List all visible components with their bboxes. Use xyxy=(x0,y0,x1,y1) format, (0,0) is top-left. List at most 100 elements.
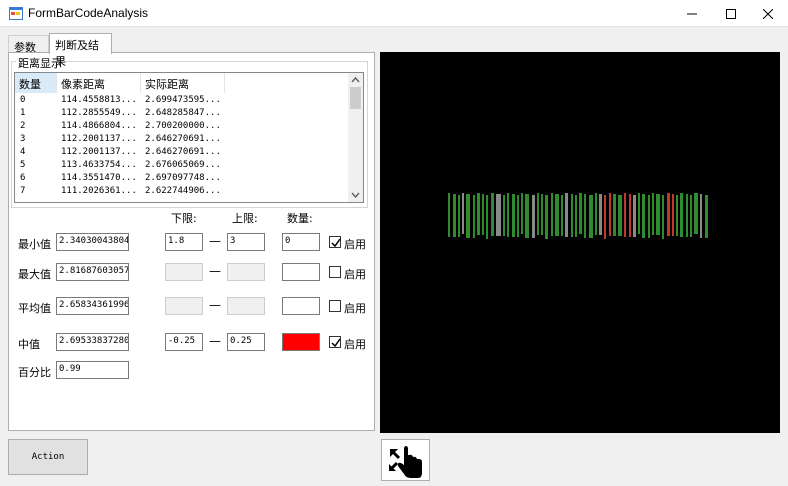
minimize-button[interactable] xyxy=(672,0,712,27)
column-header-empty xyxy=(225,73,349,93)
upper-limit-header: 上限: xyxy=(232,212,258,225)
action-button[interactable]: Action xyxy=(8,439,88,475)
image-display-panel[interactable] xyxy=(380,52,780,433)
max-count-field[interactable] xyxy=(282,263,320,281)
percent-input[interactable]: 0.99 xyxy=(56,361,129,379)
barcode-bar xyxy=(633,195,636,237)
barcode-bar xyxy=(705,195,708,238)
lower-limit-header: 下限: xyxy=(171,212,197,225)
table-row[interactable]: 5 113.4633754... 2.676065069... xyxy=(15,159,349,171)
close-icon xyxy=(763,8,773,19)
max-lower-input[interactable] xyxy=(165,263,203,281)
hand-pointer-icon xyxy=(388,446,422,478)
barcode-bar xyxy=(466,194,470,238)
tab-judgement-results[interactable]: 判断及结果 xyxy=(49,33,112,68)
avg-upper-input[interactable] xyxy=(227,297,265,315)
app-window-icon xyxy=(9,7,23,20)
barcode-bar xyxy=(575,195,577,237)
barcode-bar xyxy=(561,195,563,236)
min-count-field[interactable]: 0 xyxy=(282,233,320,251)
table-row[interactable]: 1 112.2855549... 2.648285847... xyxy=(15,107,349,119)
min-value-field[interactable]: 2.34030043804 xyxy=(56,233,129,251)
median-upper-input[interactable]: 0.25 xyxy=(227,333,265,351)
distance-list[interactable]: 数量 像素距离 实际距离 0 114.4558813... 2.69947359… xyxy=(14,72,364,203)
cell-count: 0 xyxy=(20,95,26,105)
min-enable-checkbox[interactable] xyxy=(329,236,341,248)
barcode-bar xyxy=(652,193,654,235)
min-label: 最小值 xyxy=(18,238,51,251)
range-dash: — xyxy=(209,298,221,312)
column-header-pixel-distance[interactable]: 像素距离 xyxy=(57,73,141,93)
barcode-bar xyxy=(690,195,692,237)
barcode-bar xyxy=(462,193,464,234)
barcode-image xyxy=(448,193,708,239)
image-tool-button[interactable] xyxy=(381,439,430,481)
checkmark-icon xyxy=(331,338,341,348)
column-header-count[interactable]: 数量 xyxy=(15,73,57,93)
avg-lower-input[interactable] xyxy=(165,297,203,315)
median-enable-label[interactable]: 启用 xyxy=(344,336,366,352)
barcode-bar xyxy=(545,195,548,239)
scrollbar-thumb[interactable] xyxy=(350,87,361,109)
chevron-up-icon[interactable] xyxy=(351,76,360,83)
max-enable-label[interactable]: 启用 xyxy=(344,266,366,282)
cell-pixel-distance: 112.2855549... xyxy=(61,108,137,118)
median-lower-input[interactable]: -0.25 xyxy=(165,333,203,351)
tab-parameters[interactable]: 参数 xyxy=(8,35,49,54)
median-value-field[interactable]: 2.69533837280 xyxy=(56,333,129,351)
min-upper-input[interactable]: 3 xyxy=(227,233,265,251)
cell-pixel-distance: 112.2001137... xyxy=(61,147,137,157)
maximize-icon xyxy=(726,8,736,19)
table-row[interactable]: 2 114.4866804... 2.700200000... xyxy=(15,120,349,132)
barcode-bar xyxy=(525,194,529,238)
barcode-bar xyxy=(579,193,582,234)
window-title: FormBarCodeAnalysis xyxy=(28,6,149,20)
cell-pixel-distance: 113.4633754... xyxy=(61,160,137,170)
cell-real-distance: 2.646270691... xyxy=(145,134,221,144)
table-row[interactable]: 0 114.4558813... 2.699473595... xyxy=(15,94,349,106)
barcode-bar xyxy=(589,195,593,238)
barcode-bar xyxy=(491,193,494,236)
barcode-bar xyxy=(503,195,505,236)
maximize-button[interactable] xyxy=(711,0,751,27)
cell-pixel-distance: 111.2026361... xyxy=(61,186,137,196)
table-row[interactable]: 3 112.2001137... 2.646270691... xyxy=(15,133,349,145)
avg-value-field[interactable]: 2.65834361996 xyxy=(56,297,129,315)
avg-count-field[interactable] xyxy=(282,297,320,315)
table-row[interactable]: 7 111.2026361... 2.622744906... xyxy=(15,185,349,197)
barcode-bar xyxy=(662,195,664,239)
barcode-bar xyxy=(496,194,501,236)
barcode-bar xyxy=(532,195,535,238)
median-enable-checkbox[interactable] xyxy=(329,336,341,348)
barcode-bar xyxy=(482,194,484,235)
max-value-field[interactable]: 2.81687603057 xyxy=(56,263,129,281)
max-upper-input[interactable] xyxy=(227,263,265,281)
min-enable-label[interactable]: 启用 xyxy=(344,236,366,252)
cell-pixel-distance: 112.2001137... xyxy=(61,134,137,144)
barcode-bar xyxy=(694,193,698,234)
barcode-bar xyxy=(565,193,568,237)
cell-pixel-distance: 114.3551470... xyxy=(61,173,137,183)
cell-real-distance: 2.646270691... xyxy=(145,147,221,157)
median-label: 中值 xyxy=(18,338,40,351)
median-count-field[interactable]: 0 xyxy=(282,333,320,351)
table-row[interactable]: 4 112.2001137... 2.646270691... xyxy=(15,146,349,158)
barcode-bar xyxy=(599,194,602,235)
max-enable-checkbox[interactable] xyxy=(329,266,341,278)
cell-count: 4 xyxy=(20,147,26,157)
cell-count: 1 xyxy=(20,108,26,118)
barcode-bar xyxy=(642,194,645,238)
column-header-real-distance[interactable]: 实际距离 xyxy=(141,73,225,93)
avg-enable-checkbox[interactable] xyxy=(329,300,341,312)
list-scrollbar[interactable] xyxy=(348,73,363,202)
barcode-bar xyxy=(584,194,586,238)
barcode-bar xyxy=(473,195,475,238)
barcode-bar xyxy=(521,193,523,234)
close-button[interactable] xyxy=(748,0,788,27)
barcode-bar xyxy=(700,194,702,238)
range-dash: — xyxy=(209,334,221,348)
min-lower-input[interactable]: 1.8 xyxy=(165,233,203,251)
avg-enable-label[interactable]: 启用 xyxy=(344,300,366,316)
table-row[interactable]: 6 114.3551470... 2.697097748... xyxy=(15,172,349,184)
chevron-down-icon[interactable] xyxy=(351,192,360,199)
